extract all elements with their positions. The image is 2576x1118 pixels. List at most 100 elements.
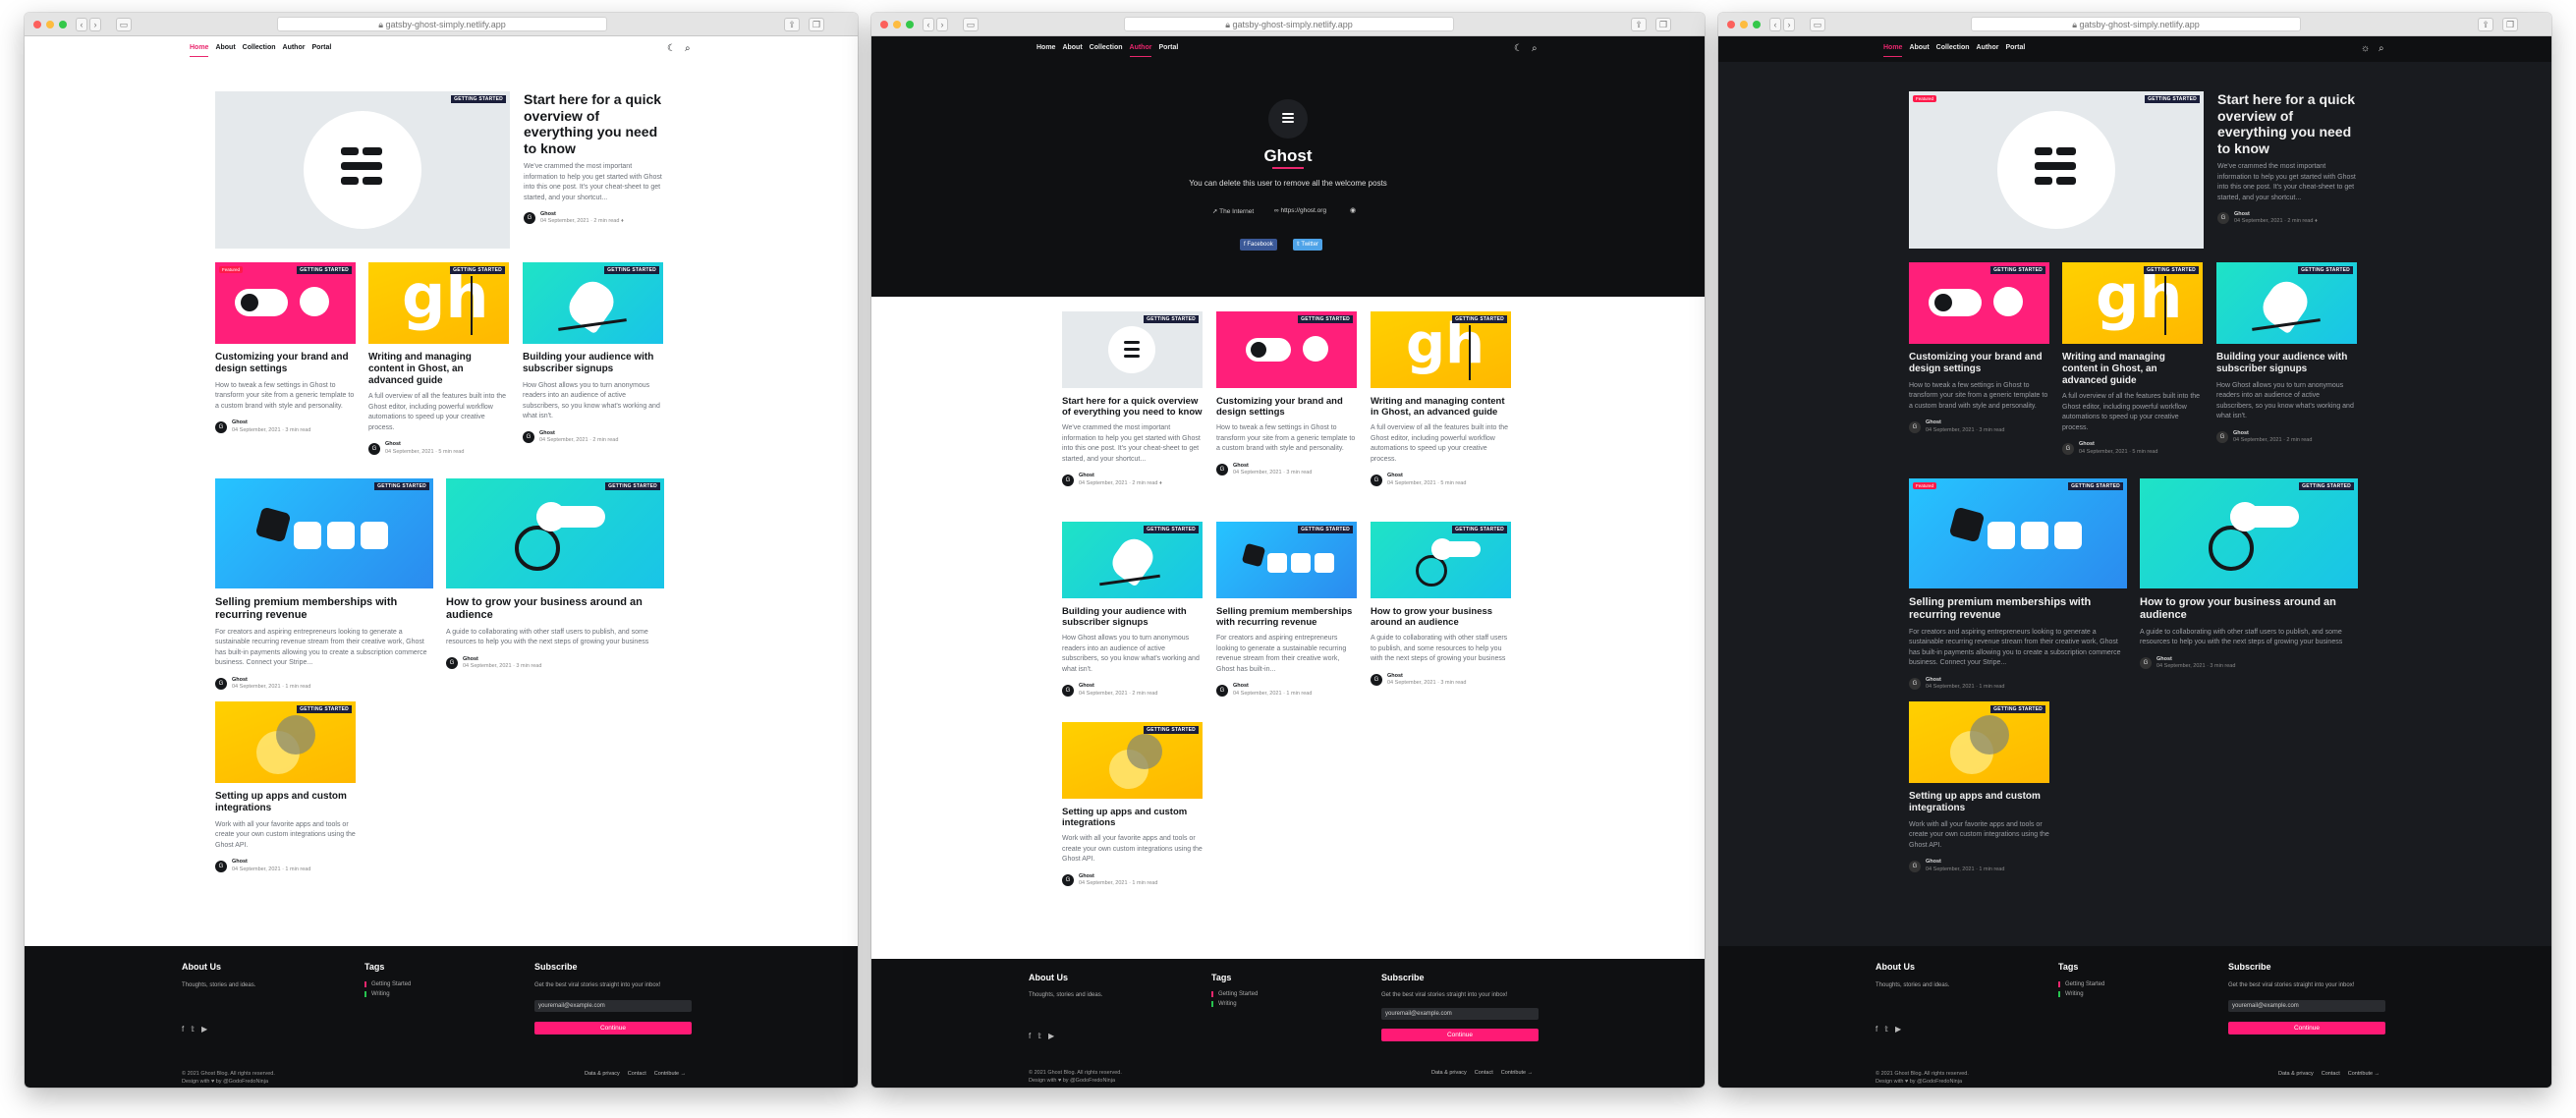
nav-home[interactable]: Home (190, 44, 209, 57)
footer-tag-getting-started[interactable]: Getting Started (364, 981, 411, 987)
tag-badge[interactable]: GETTING STARTED (450, 266, 505, 274)
facebook-share-button[interactable]: f Facebook (1240, 239, 1277, 251)
featured-post-card[interactable]: Featured GETTING STARTED Start here for … (1909, 91, 2356, 249)
avatar[interactable]: G (1909, 678, 1921, 691)
avatar[interactable]: G (1062, 474, 1074, 486)
tag-badge[interactable]: GETTING STARTED (1144, 726, 1199, 734)
post-title[interactable]: Building your audience with subscriber s… (1062, 606, 1203, 628)
post-card[interactable]: GETTING STARTED How to grow your busines… (446, 478, 664, 671)
rss-icon[interactable]: ◉ (1350, 206, 1356, 214)
post-title[interactable]: How to grow your business around an audi… (2140, 596, 2358, 622)
post-title[interactable]: Setting up apps and custom integrations (215, 791, 356, 814)
sidebar-icon[interactable]: ▭ (963, 18, 979, 31)
zoom-window-button[interactable] (1753, 21, 1761, 28)
post-title[interactable]: Building your audience with subscriber s… (2216, 352, 2357, 375)
author-name[interactable]: Ghost (539, 430, 618, 437)
nav-portal[interactable]: Portal (1158, 44, 1178, 51)
tag-badge[interactable]: GETTING STARTED (1452, 315, 1507, 323)
facebook-icon[interactable]: f (1029, 1032, 1031, 1040)
tag-badge[interactable]: GETTING STARTED (1298, 526, 1353, 533)
avatar[interactable]: G (2140, 657, 2152, 670)
author-name[interactable]: Ghost (463, 656, 541, 663)
post-title[interactable]: How to grow your business around an audi… (1371, 606, 1511, 628)
tag-badge[interactable]: GETTING STARTED (1990, 705, 2045, 713)
nav-author[interactable]: Author (1977, 44, 1999, 51)
sun-icon[interactable]: ☼ (2361, 43, 2370, 54)
back-icon[interactable]: ‹ (923, 18, 934, 31)
search-icon[interactable]: ⌕ (1532, 43, 1538, 54)
post-card[interactable]: gh GETTING STARTED Writing and managing … (1371, 311, 1511, 487)
post-title[interactable]: Start here for a quick overview of every… (2217, 91, 2360, 156)
author-name[interactable]: Ghost (1079, 873, 1157, 880)
footer-link-contribute[interactable]: Contribute → (654, 1071, 686, 1077)
tag-badge[interactable]: GETTING STARTED (604, 266, 659, 274)
tag-badge[interactable]: GETTING STARTED (1298, 315, 1353, 323)
moon-icon[interactable]: ☾ (667, 43, 676, 54)
zoom-window-button[interactable] (59, 21, 67, 28)
back-icon[interactable]: ‹ (1769, 18, 1781, 31)
author-website[interactable]: ∞ https://ghost.org (1274, 207, 1326, 214)
avatar[interactable]: G (1062, 874, 1074, 887)
tag-badge[interactable]: GETTING STARTED (1990, 266, 2045, 274)
footer-link-contact[interactable]: Contact (2322, 1071, 2340, 1077)
youtube-icon[interactable]: ▶ (1048, 1032, 1054, 1040)
post-card[interactable]: GETTING STARTED Start here for a quick o… (1062, 311, 1203, 487)
post-title[interactable]: Selling premium memberships with recurri… (215, 596, 433, 622)
footer-link-contact[interactable]: Contact (1475, 1070, 1493, 1076)
avatar[interactable]: G (2062, 442, 2074, 455)
tag-badge[interactable]: GETTING STARTED (297, 705, 352, 713)
share-icon[interactable]: ⇪ (784, 18, 800, 31)
avatar[interactable]: G (2217, 212, 2229, 225)
tabs-icon[interactable]: ❐ (2502, 18, 2518, 31)
post-title[interactable]: Writing and managing content in Ghost, a… (1371, 396, 1511, 418)
nav-about[interactable]: About (1062, 44, 1082, 51)
nav-about[interactable]: About (215, 44, 235, 51)
youtube-icon[interactable]: ▶ (1895, 1025, 1901, 1034)
post-title[interactable]: Writing and managing content in Ghost, a… (368, 352, 509, 386)
author-name[interactable]: Ghost (385, 441, 464, 448)
post-title[interactable]: Building your audience with subscriber s… (523, 352, 663, 375)
post-title[interactable]: Customizing your brand and design settin… (1216, 396, 1357, 418)
avatar[interactable]: G (446, 657, 458, 670)
sidebar-icon[interactable]: ▭ (1810, 18, 1825, 31)
author-name[interactable]: Ghost (232, 859, 310, 866)
author-name[interactable]: Ghost (1926, 677, 2004, 684)
design-credit[interactable]: Design with ♥ by @GodoFredoNinja (182, 1078, 275, 1086)
avatar[interactable]: G (215, 860, 227, 872)
nav-about[interactable]: About (1909, 44, 1929, 51)
post-card[interactable]: Featured GETTING STARTED Selling premium… (1909, 478, 2127, 692)
share-icon[interactable]: ⇪ (1631, 18, 1647, 31)
forward-icon[interactable]: › (89, 18, 101, 31)
email-input[interactable]: youremail@example.com (1381, 1008, 1539, 1020)
address-bar[interactable]: 🔒︎ gatsby-ghost-simply.netlify.app (1124, 17, 1454, 31)
facebook-icon[interactable]: f (1876, 1025, 1877, 1034)
nav-collection[interactable]: Collection (1936, 44, 1970, 51)
avatar[interactable]: G (1062, 684, 1074, 697)
design-credit[interactable]: Design with ♥ by @GodoFredoNinja (1876, 1078, 1969, 1086)
post-card[interactable]: GETTING STARTED How to grow your busines… (2140, 478, 2358, 671)
tabs-icon[interactable]: ❐ (1655, 18, 1671, 31)
post-title[interactable]: Setting up apps and custom integrations (1062, 807, 1203, 828)
forward-icon[interactable]: › (936, 18, 948, 31)
minimize-window-button[interactable] (1740, 21, 1748, 28)
sidebar-icon[interactable]: ▭ (116, 18, 132, 31)
close-window-button[interactable] (1727, 21, 1735, 28)
tag-badge[interactable]: GETTING STARTED (1144, 315, 1199, 323)
avatar[interactable]: G (1909, 420, 1921, 433)
tag-badge[interactable]: GETTING STARTED (2299, 482, 2354, 490)
avatar[interactable]: G (1216, 684, 1228, 697)
zoom-window-button[interactable] (906, 21, 914, 28)
author-name[interactable]: Ghost (232, 419, 310, 426)
footer-tag-writing[interactable]: Writing (1211, 1001, 1237, 1007)
youtube-icon[interactable]: ▶ (201, 1025, 207, 1034)
author-name[interactable]: Ghost (540, 211, 624, 218)
post-title[interactable]: Selling premium memberships with recurri… (1216, 606, 1357, 628)
post-title[interactable]: Customizing your brand and design settin… (215, 352, 356, 375)
author-name[interactable]: Ghost (1079, 683, 1157, 690)
author-name[interactable]: Ghost (1926, 419, 2004, 426)
author-name[interactable]: Ghost (1233, 683, 1312, 690)
avatar[interactable]: G (2216, 431, 2228, 444)
post-card[interactable]: GETTING STARTED Customizing your brand a… (1216, 311, 1357, 477)
tag-badge[interactable]: GETTING STARTED (1452, 526, 1507, 533)
footer-tag-getting-started[interactable]: Getting Started (1211, 991, 1258, 997)
